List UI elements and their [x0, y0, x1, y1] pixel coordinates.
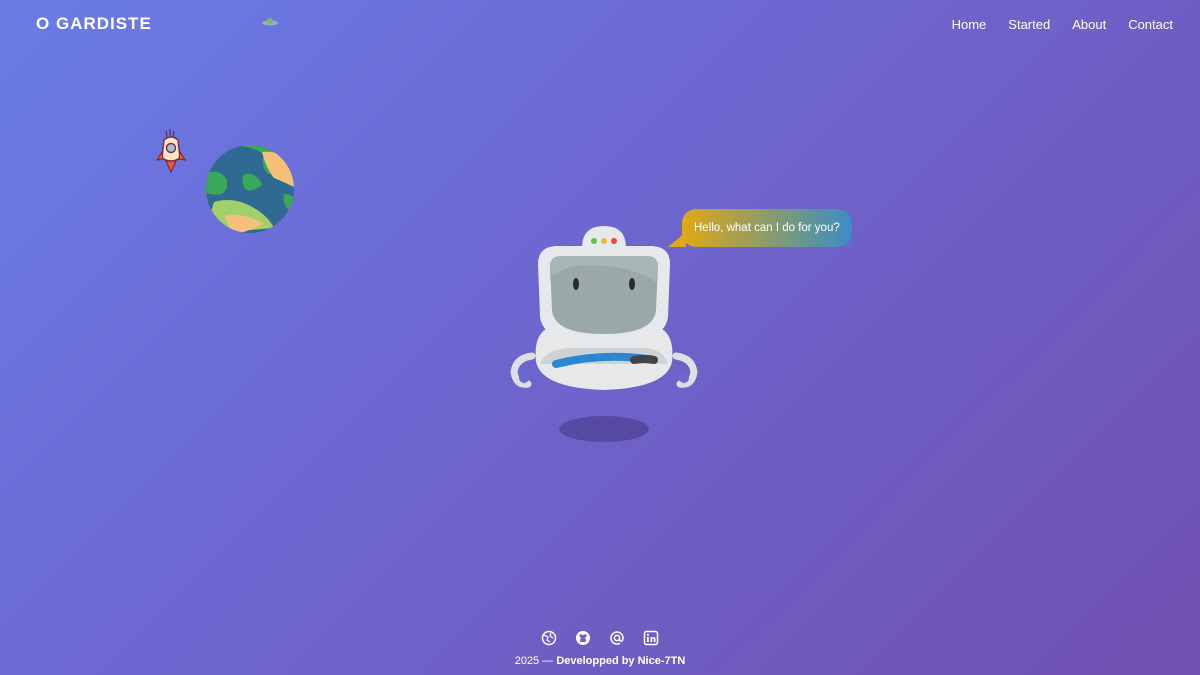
- footer-credit: 2025 — Developped by Nice-7TN: [0, 655, 1200, 667]
- nav-about[interactable]: About: [1072, 17, 1106, 32]
- earth-icon: [206, 145, 294, 233]
- robot-shadow: [559, 416, 649, 442]
- rocket-icon: [155, 129, 187, 174]
- chat-bubble: Hello, what can I do for you?: [682, 209, 852, 247]
- at-icon[interactable]: [609, 630, 625, 646]
- robot-mascot[interactable]: [506, 222, 702, 392]
- main-nav: Home Started About Contact: [952, 17, 1173, 32]
- nav-contact[interactable]: Contact: [1128, 17, 1173, 32]
- site-logo[interactable]: O GARDISTE: [36, 14, 152, 34]
- github-icon[interactable]: [575, 630, 591, 646]
- globe-icon[interactable]: [541, 630, 557, 646]
- footer-developer: Developped by Nice-7TN: [556, 655, 686, 667]
- linkedin-icon[interactable]: [643, 630, 659, 646]
- nav-started[interactable]: Started: [1008, 17, 1050, 32]
- footer-year: 2025: [514, 655, 540, 667]
- chat-message: Hello, what can I do for you?: [694, 222, 840, 234]
- nav-home[interactable]: Home: [952, 17, 987, 32]
- satellite-icon: [262, 18, 278, 26]
- footer-social-links: [0, 630, 1200, 646]
- footer-separator: —: [539, 655, 557, 667]
